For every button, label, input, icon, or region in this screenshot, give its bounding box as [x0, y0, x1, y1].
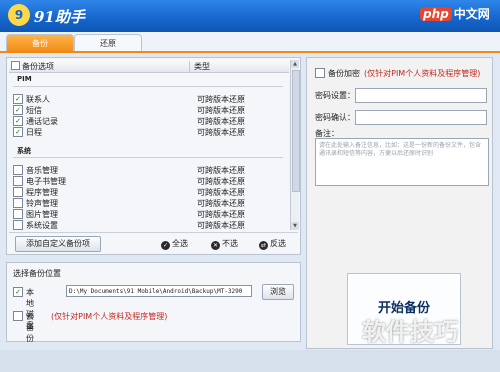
- scroll-up-icon[interactable]: ▲: [291, 60, 299, 68]
- backup-location-panel: 选择备份位置 ✓ 本地磁盘 D:\My Documents\91 Mobile\…: [6, 262, 301, 343]
- item-type: 可跨版本还原: [197, 177, 245, 186]
- watermark-badge: php: [420, 7, 452, 21]
- browse-button[interactable]: 浏览: [262, 284, 294, 300]
- select-all-link[interactable]: ✓ 全选: [161, 238, 188, 250]
- item-checkbox[interactable]: [13, 176, 23, 186]
- remark-placeholder: 请在此处输入备注信息，比如：这是一份新的备份文件，包含通讯录和短信等内容，方便以…: [319, 142, 482, 157]
- app-logo-icon: 9: [8, 4, 30, 26]
- password-confirm-label: 密码确认：: [315, 113, 355, 122]
- group-divider: [13, 157, 283, 158]
- encryption-panel: 备份加密 (仅针对PIM个人资料及程序管理) 密码设置： 密码确认： 备注： 请…: [306, 57, 493, 349]
- list-item[interactable]: 电子书管理 可跨版本还原: [13, 176, 289, 186]
- item-type: 可跨版本还原: [197, 221, 245, 230]
- encrypt-label: 备份加密: [328, 69, 360, 78]
- backup-options-panel: 备份选项 类型 ▲ ▼ PIM ✓ 联系人 可跨版本还原 ✓ 短信 可跨版本还原…: [6, 57, 301, 255]
- list-item[interactable]: ✓ 短信 可跨版本还原: [13, 105, 289, 115]
- item-checkbox[interactable]: ✓: [13, 116, 23, 126]
- tab-bar: 备份 还原: [0, 32, 500, 53]
- item-label: 日程: [26, 128, 42, 137]
- list-scrollbar[interactable]: ▲ ▼: [290, 60, 300, 230]
- item-type: 可跨版本还原: [197, 199, 245, 208]
- item-type: 可跨版本还原: [197, 166, 245, 175]
- password-label: 密码设置：: [315, 91, 355, 100]
- item-label: 短信: [26, 106, 42, 115]
- item-type: 可跨版本还原: [197, 117, 245, 126]
- scroll-down-icon[interactable]: ▼: [291, 222, 299, 230]
- uncheck-icon: ✕: [211, 241, 220, 250]
- cloud-backup-label: 云备份: [26, 312, 34, 343]
- item-label: 系统设置: [26, 221, 58, 230]
- list-item[interactable]: ✓ 日程 可跨版本还原: [13, 127, 289, 137]
- password-confirm-input[interactable]: [355, 110, 487, 125]
- item-checkbox[interactable]: ✓: [13, 127, 23, 137]
- item-type: 可跨版本还原: [197, 188, 245, 197]
- item-type: 可跨版本还原: [197, 106, 245, 115]
- item-label: 图片管理: [26, 210, 58, 219]
- group-pim: PIM: [17, 75, 32, 83]
- invert-icon: ⇄: [259, 241, 268, 250]
- item-label: 电子书管理: [26, 177, 66, 186]
- tab-underline: [0, 51, 500, 53]
- encrypt-checkbox[interactable]: [315, 68, 325, 78]
- item-checkbox[interactable]: [13, 165, 23, 175]
- item-label: 程序管理: [26, 188, 58, 197]
- item-type: 可跨版本还原: [197, 210, 245, 219]
- select-none-link[interactable]: ✕ 不选: [211, 238, 238, 250]
- app-title: 91助手: [34, 8, 85, 26]
- scroll-thumb[interactable]: [292, 70, 300, 192]
- item-checkbox[interactable]: [13, 198, 23, 208]
- list-footer: 添加自定义备份项 ✓ 全选 ✕ 不选 ⇄ 反选: [9, 232, 298, 253]
- item-type: 可跨版本还原: [197, 128, 245, 137]
- invert-selection-link[interactable]: ⇄ 反选: [259, 238, 286, 250]
- select-none-label: 不选: [222, 239, 238, 248]
- list-item[interactable]: 程序管理 可跨版本还原: [13, 187, 289, 197]
- item-type: 可跨版本还原: [197, 95, 245, 104]
- item-label: 通话记录: [26, 117, 58, 126]
- select-all-checkbox[interactable]: [11, 61, 20, 70]
- item-checkbox[interactable]: [13, 187, 23, 197]
- header-options: 备份选项: [22, 62, 54, 71]
- watermark-bottom: 软件技巧: [362, 318, 458, 346]
- list-item[interactable]: 铃声管理 可跨版本还原: [13, 198, 289, 208]
- watermark-top-text: 中文网: [453, 7, 490, 21]
- group-system: 系统: [17, 147, 31, 155]
- watermark-top: php 中文网: [420, 5, 496, 25]
- location-title: 选择备份位置: [13, 269, 61, 278]
- status-strip: [0, 350, 500, 372]
- list-item[interactable]: ✓ 联系人 可跨版本还原: [13, 94, 289, 104]
- list-item[interactable]: 音乐管理 可跨版本还原: [13, 165, 289, 175]
- list-item[interactable]: 图片管理 可跨版本还原: [13, 209, 289, 219]
- group-divider: [13, 86, 283, 87]
- remark-textarea[interactable]: 请在此处输入备注信息，比如：这是一份新的备份文件，包含通讯录和短信等内容，方便以…: [315, 138, 489, 186]
- backup-path-input[interactable]: D:\My Documents\91 Mobile\Android\Backup…: [66, 285, 252, 297]
- list-item[interactable]: ✓ 通话记录 可跨版本还原: [13, 116, 289, 126]
- cloud-backup-note: (仅针对PIM个人资料及程序管理): [51, 312, 168, 321]
- item-checkbox[interactable]: ✓: [13, 105, 23, 115]
- add-custom-item-button[interactable]: 添加自定义备份项: [15, 236, 101, 252]
- invert-label: 反选: [270, 239, 286, 248]
- cloud-backup-checkbox[interactable]: [13, 311, 23, 321]
- encrypt-note: (仅针对PIM个人资料及程序管理): [364, 69, 481, 78]
- header-type: 类型: [189, 61, 210, 72]
- item-checkbox[interactable]: ✓: [13, 94, 23, 104]
- item-label: 铃声管理: [26, 199, 58, 208]
- select-all-label: 全选: [172, 239, 188, 248]
- check-all-icon: ✓: [161, 241, 170, 250]
- list-item[interactable]: 系统设置 可跨版本还原: [13, 220, 289, 230]
- title-bar: 9 91助手 php 中文网: [0, 0, 500, 32]
- password-input[interactable]: [355, 88, 487, 103]
- local-disk-checkbox[interactable]: ✓: [13, 287, 23, 297]
- item-checkbox[interactable]: [13, 209, 23, 219]
- item-checkbox[interactable]: [13, 220, 23, 230]
- list-header: 备份选项 类型: [9, 60, 289, 73]
- item-label: 联系人: [26, 95, 50, 104]
- item-label: 音乐管理: [26, 166, 58, 175]
